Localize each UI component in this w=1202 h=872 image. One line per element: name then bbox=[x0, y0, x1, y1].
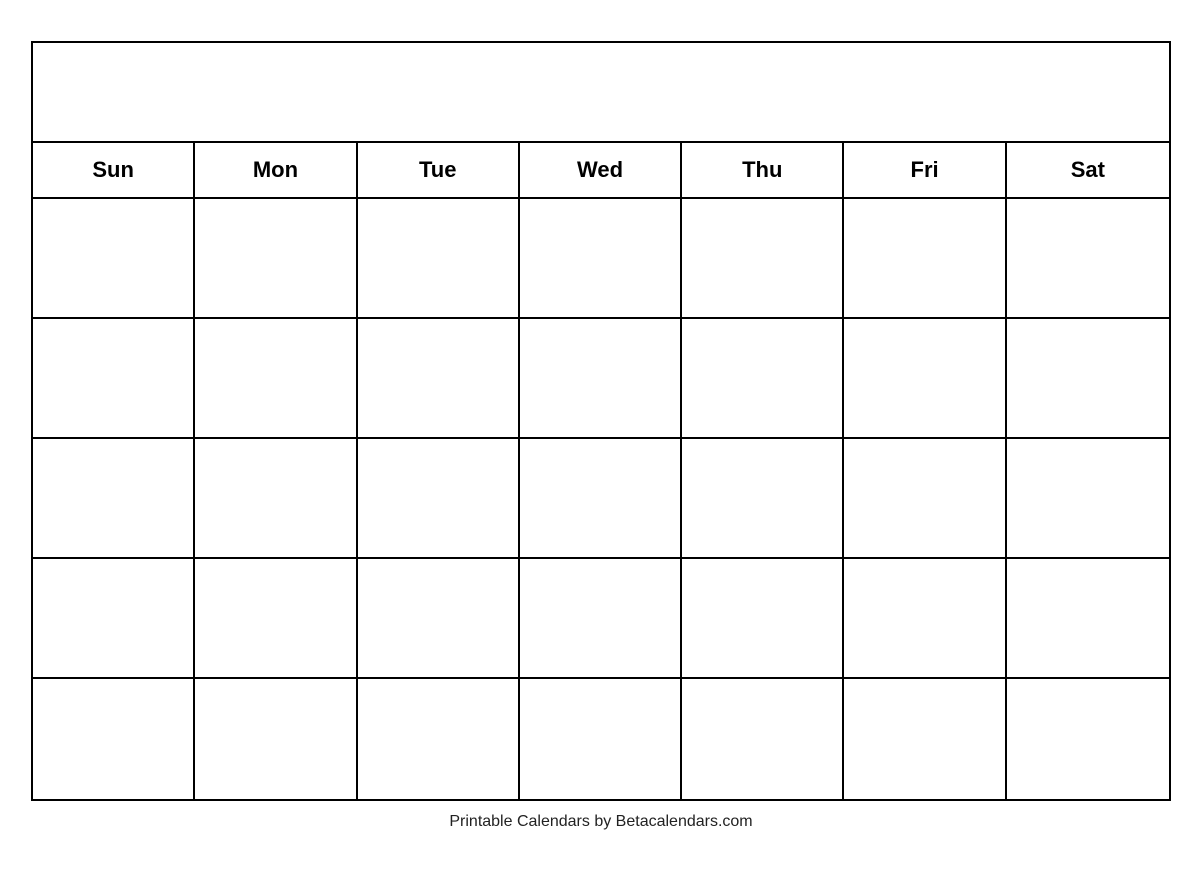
cell-r3-c3[interactable] bbox=[358, 439, 520, 559]
header-cell-tue: Tue bbox=[358, 143, 520, 197]
cell-r3-c5[interactable] bbox=[682, 439, 844, 559]
cell-r2-c1[interactable] bbox=[33, 319, 195, 439]
calendar-row-4 bbox=[33, 559, 1169, 679]
cell-r3-c6[interactable] bbox=[844, 439, 1006, 559]
cell-r5-c5[interactable] bbox=[682, 679, 844, 799]
calendar-header: Sun Mon Tue Wed Thu Fri Sat bbox=[33, 143, 1169, 199]
calendar-row-2 bbox=[33, 319, 1169, 439]
header-cell-wed: Wed bbox=[520, 143, 682, 197]
header-cell-fri: Fri bbox=[844, 143, 1006, 197]
header-cell-sun: Sun bbox=[33, 143, 195, 197]
header-cell-sat: Sat bbox=[1007, 143, 1169, 197]
cell-r5-c3[interactable] bbox=[358, 679, 520, 799]
cell-r4-c5[interactable] bbox=[682, 559, 844, 679]
cell-r1-c4[interactable] bbox=[520, 199, 682, 319]
cell-r1-c3[interactable] bbox=[358, 199, 520, 319]
cell-r3-c4[interactable] bbox=[520, 439, 682, 559]
calendar-row-3 bbox=[33, 439, 1169, 559]
cell-r4-c3[interactable] bbox=[358, 559, 520, 679]
header-cell-thu: Thu bbox=[682, 143, 844, 197]
calendar-title-row bbox=[33, 43, 1169, 143]
cell-r3-c7[interactable] bbox=[1007, 439, 1169, 559]
cell-r4-c7[interactable] bbox=[1007, 559, 1169, 679]
cell-r1-c6[interactable] bbox=[844, 199, 1006, 319]
cell-r1-c5[interactable] bbox=[682, 199, 844, 319]
header-cell-mon: Mon bbox=[195, 143, 357, 197]
cell-r5-c6[interactable] bbox=[844, 679, 1006, 799]
cell-r5-c4[interactable] bbox=[520, 679, 682, 799]
calendar-body bbox=[33, 199, 1169, 799]
calendar-row-1 bbox=[33, 199, 1169, 319]
calendar-wrapper: Sun Mon Tue Wed Thu Fri Sat bbox=[31, 41, 1171, 831]
cell-r4-c4[interactable] bbox=[520, 559, 682, 679]
cell-r5-c7[interactable] bbox=[1007, 679, 1169, 799]
cell-r4-c2[interactable] bbox=[195, 559, 357, 679]
calendar-row-5 bbox=[33, 679, 1169, 799]
cell-r2-c2[interactable] bbox=[195, 319, 357, 439]
cell-r3-c1[interactable] bbox=[33, 439, 195, 559]
cell-r2-c5[interactable] bbox=[682, 319, 844, 439]
cell-r3-c2[interactable] bbox=[195, 439, 357, 559]
cell-r5-c1[interactable] bbox=[33, 679, 195, 799]
cell-r4-c6[interactable] bbox=[844, 559, 1006, 679]
cell-r5-c2[interactable] bbox=[195, 679, 357, 799]
cell-r1-c2[interactable] bbox=[195, 199, 357, 319]
cell-r2-c3[interactable] bbox=[358, 319, 520, 439]
cell-r1-c7[interactable] bbox=[1007, 199, 1169, 319]
cell-r1-c1[interactable] bbox=[33, 199, 195, 319]
cell-r4-c1[interactable] bbox=[33, 559, 195, 679]
cell-r2-c6[interactable] bbox=[844, 319, 1006, 439]
footer-text: Printable Calendars by Betacalendars.com bbox=[449, 813, 752, 831]
cell-r2-c4[interactable] bbox=[520, 319, 682, 439]
cell-r2-c7[interactable] bbox=[1007, 319, 1169, 439]
calendar-container: Sun Mon Tue Wed Thu Fri Sat bbox=[31, 41, 1171, 801]
